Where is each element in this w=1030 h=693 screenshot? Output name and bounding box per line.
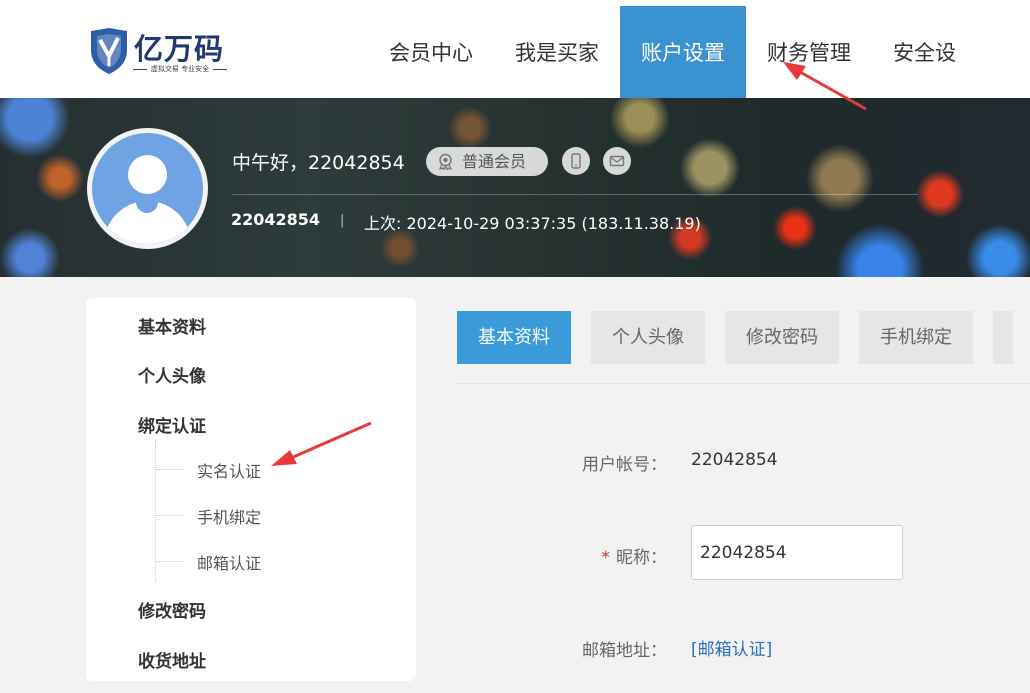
email-verify-button[interactable] (603, 147, 631, 175)
account-label: 用户帐号： (582, 455, 667, 475)
sidebar-item-password[interactable]: 修改密码 (138, 597, 206, 622)
member-level-label: 普通会员 (462, 152, 527, 171)
mail-icon (609, 155, 625, 167)
nickname-input[interactable] (691, 525, 903, 580)
nav-member-center[interactable]: 会员中心 (362, 6, 494, 98)
sidebar-item-basic-info[interactable]: 基本资料 (138, 313, 206, 338)
required-mark: * (601, 548, 611, 568)
sidebar-subitem-real-name[interactable]: 实名认证 (197, 458, 261, 482)
tab-overflow[interactable] (993, 311, 1013, 364)
tab-basic-info[interactable]: 基本资料 (457, 311, 571, 364)
info-separator: | (340, 213, 345, 228)
logo-subtitle: 虚拟交易 专业安全 (133, 64, 227, 74)
greeting-text: 中午好，22042854 (232, 152, 405, 174)
member-level-badge: 普通会员 (426, 147, 548, 176)
shield-logo-icon (91, 28, 127, 74)
sidebar-item-binding[interactable]: 绑定认证 (138, 412, 206, 437)
settings-sidebar: 基本资料 个人头像 绑定认证 实名认证 手机绑定 邮箱认证 修改密码 收货地址 (86, 298, 416, 681)
main-nav: 会员中心 我是买家 账户设置 财务管理 安全设 (362, 6, 977, 98)
account-value: 22042854 (691, 450, 778, 470)
banner-divider (232, 194, 918, 195)
tab-avatar[interactable]: 个人头像 (591, 311, 705, 364)
sidebar-subitem-email[interactable]: 邮箱认证 (197, 550, 261, 574)
email-label: 邮箱地址： (582, 641, 667, 661)
last-login-info: 上次: 2024-10-29 03:37:35 (183.11.38.19) (364, 214, 701, 233)
phone-icon (571, 153, 581, 169)
logo-title: 亿万码 (134, 32, 225, 66)
phone-verify-button[interactable] (562, 147, 590, 175)
header: 亿万码 虚拟交易 专业安全 会员中心 我是买家 账户设置 财务管理 安全设 (0, 0, 1030, 98)
nav-account-settings[interactable]: 账户设置 (620, 6, 746, 98)
medal-icon (438, 153, 453, 170)
sidebar-item-address[interactable]: 收货地址 (138, 647, 206, 672)
nav-finance[interactable]: 财务管理 (746, 6, 872, 98)
user-id: 22042854 (231, 210, 321, 229)
avatar[interactable] (87, 128, 208, 249)
site-logo[interactable]: 亿万码 虚拟交易 专业安全 (88, 26, 238, 78)
email-verify-link[interactable]: [邮箱认证] (691, 635, 772, 660)
sidebar-subitem-phone[interactable]: 手机绑定 (197, 504, 261, 528)
tab-divider (457, 383, 1030, 384)
profile-banner: 中午好，22042854 普通会员 22042854 | 上次: 2024-10… (0, 98, 1030, 277)
nav-security[interactable]: 安全设 (872, 6, 977, 98)
nickname-label: * 昵称： (601, 548, 668, 568)
avatar-icon (128, 155, 167, 194)
tab-password[interactable]: 修改密码 (725, 311, 839, 364)
nav-buyer[interactable]: 我是买家 (494, 6, 620, 98)
tab-phone[interactable]: 手机绑定 (859, 311, 973, 364)
settings-tabs: 基本资料 个人头像 修改密码 手机绑定 (457, 311, 1030, 364)
sidebar-item-avatar[interactable]: 个人头像 (138, 362, 206, 387)
